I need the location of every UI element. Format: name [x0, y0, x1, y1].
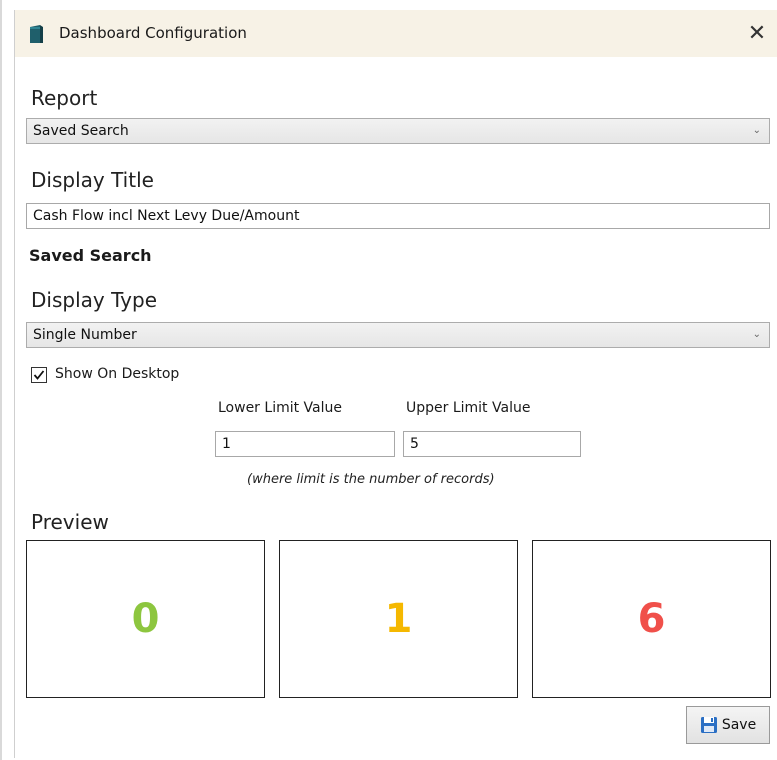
title-bar: Dashboard Configuration ✕ [15, 10, 777, 57]
show-on-desktop-label: Show On Desktop [55, 366, 180, 382]
report-select[interactable]: Saved Search ⌄ [26, 118, 770, 144]
display-title-input[interactable]: Cash Flow incl Next Levy Due/Amount [26, 203, 770, 229]
report-label: Report [31, 86, 98, 110]
preview-box-high: 6 [532, 540, 771, 698]
close-icon: ✕ [747, 20, 767, 46]
display-type-select[interactable]: Single Number ⌄ [26, 322, 770, 348]
display-type-label: Display Type [31, 288, 158, 312]
lower-limit-label: Lower Limit Value [218, 400, 342, 416]
preview-label: Preview [31, 510, 109, 534]
preview-value-low: 0 [131, 596, 160, 642]
preview-box-mid: 1 [279, 540, 518, 698]
chevron-down-icon: ⌄ [752, 329, 761, 340]
dashboard-configuration-dialog: Dashboard Configuration ✕ Report Saved S… [14, 10, 777, 758]
preview-box-low: 0 [26, 540, 265, 698]
show-on-desktop-checkbox[interactable] [31, 367, 47, 383]
window-title: Dashboard Configuration [59, 24, 247, 42]
saved-search-label: Saved Search [29, 246, 152, 265]
lower-limit-input[interactable]: 1 [215, 431, 395, 457]
display-title-label: Display Title [31, 168, 154, 192]
report-selected-value: Saved Search [33, 123, 129, 139]
limit-hint-text: (where limit is the number of records) [247, 472, 495, 487]
save-button[interactable]: Save [686, 706, 770, 744]
floppy-disk-icon [700, 717, 717, 733]
preview-value-mid: 1 [384, 596, 413, 642]
preview-value-high: 6 [637, 596, 666, 642]
upper-limit-label: Upper Limit Value [406, 400, 531, 416]
background-window-edge [0, 0, 2, 760]
upper-limit-input[interactable]: 5 [403, 431, 581, 457]
database-app-icon [27, 23, 45, 45]
close-button[interactable]: ✕ [742, 18, 772, 48]
display-type-selected-value: Single Number [33, 327, 137, 343]
save-button-label: Save [721, 717, 757, 733]
checkmark-icon [33, 370, 45, 380]
chevron-down-icon: ⌄ [752, 125, 761, 136]
